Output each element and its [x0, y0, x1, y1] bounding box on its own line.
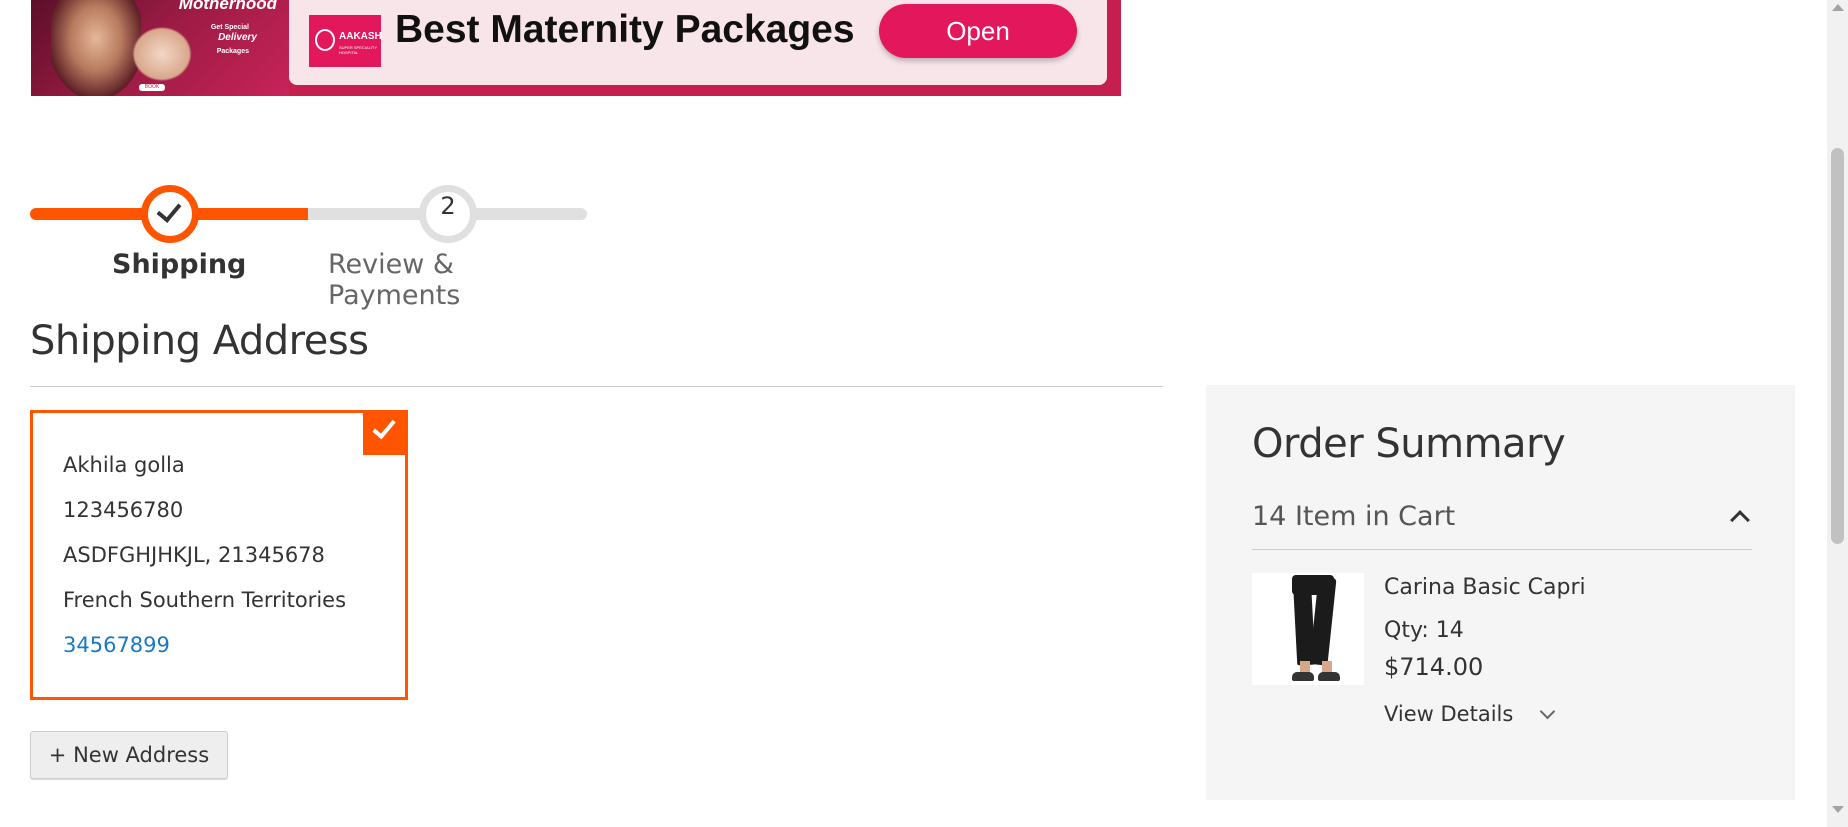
view-details-toggle[interactable]: View Details	[1384, 702, 1513, 726]
step-review-label[interactable]: Review & Payments	[328, 249, 590, 311]
chevron-down-icon[interactable]	[1539, 703, 1556, 720]
shoe	[1318, 672, 1340, 681]
baby-image	[127, 22, 197, 86]
ad-book-now-button[interactable]: BOOK NOW	[139, 84, 165, 96]
address-phone-link[interactable]: 34567899	[63, 633, 170, 657]
scroll-thumb[interactable]	[1831, 148, 1844, 544]
checkout-progress-bar: 2 Shipping Review & Payments	[30, 173, 590, 311]
step-number: 2	[440, 192, 456, 220]
address-city-zip: ASDFGHJHKJL, 21345678	[63, 543, 325, 567]
ad-photo-line3: Packages	[216, 48, 249, 55]
ad-photo-line2: Delivery	[218, 32, 257, 43]
ad-photo-line1: Get Special	[210, 24, 249, 31]
product-qty: Qty: 14	[1384, 618, 1464, 643]
step-shipping-marker[interactable]	[141, 185, 199, 243]
divider	[30, 386, 1163, 387]
ad-banner[interactable]: Motherhood Get Special Delivery Packages…	[31, 0, 1121, 96]
shoe	[1292, 672, 1314, 681]
divider	[1252, 549, 1752, 550]
aakash-logo: AAKASH SUPER SPECIALITY HOSPITAL	[309, 15, 382, 67]
chevron-up-icon[interactable]	[1730, 510, 1750, 530]
address-card[interactable]: Akhila golla 123456780 ASDFGHJHKJL, 2134…	[30, 410, 408, 700]
check-icon	[372, 414, 396, 440]
ad-card: AAKASH SUPER SPECIALITY HOSPITAL Best Ma…	[289, 0, 1107, 85]
scroll-up-arrow-icon[interactable]	[1832, 4, 1844, 11]
ad-brand-name: AAKASH	[339, 31, 382, 42]
address-name: Akhila golla	[63, 453, 185, 477]
new-address-button[interactable]: + New Address	[30, 731, 228, 779]
scroll-down-arrow-icon[interactable]	[1832, 806, 1844, 813]
check-icon	[156, 197, 182, 223]
product-name: Carina Basic Capri	[1384, 575, 1586, 600]
selected-check-badge	[363, 410, 408, 455]
address-street: 123456780	[63, 498, 184, 522]
shipping-address-title: Shipping Address	[30, 318, 369, 364]
cart-count-toggle[interactable]: 14 Item in Cart	[1252, 501, 1455, 532]
step-review-marker[interactable]: 2	[419, 185, 477, 243]
address-country: French Southern Territories	[63, 588, 347, 612]
ad-photo-title: Motherhood	[178, 0, 277, 13]
ad-photo: Motherhood Get Special Delivery Packages…	[31, 0, 289, 96]
order-summary-panel: Order Summary 14 Item in Cart Carina Bas…	[1206, 385, 1795, 800]
ad-headline: Best Maternity Packages	[395, 8, 855, 51]
ad-brand-sub: SUPER SPECIALITY HOSPITAL	[339, 45, 377, 55]
ad-open-button[interactable]: Open	[879, 4, 1077, 58]
page-scrollbar[interactable]	[1827, 0, 1848, 827]
product-thumbnail	[1252, 573, 1364, 685]
order-summary-title: Order Summary	[1252, 421, 1566, 467]
step-shipping-label[interactable]: Shipping	[112, 249, 246, 280]
brand-icon	[315, 29, 335, 51]
product-price: $714.00	[1384, 653, 1484, 681]
